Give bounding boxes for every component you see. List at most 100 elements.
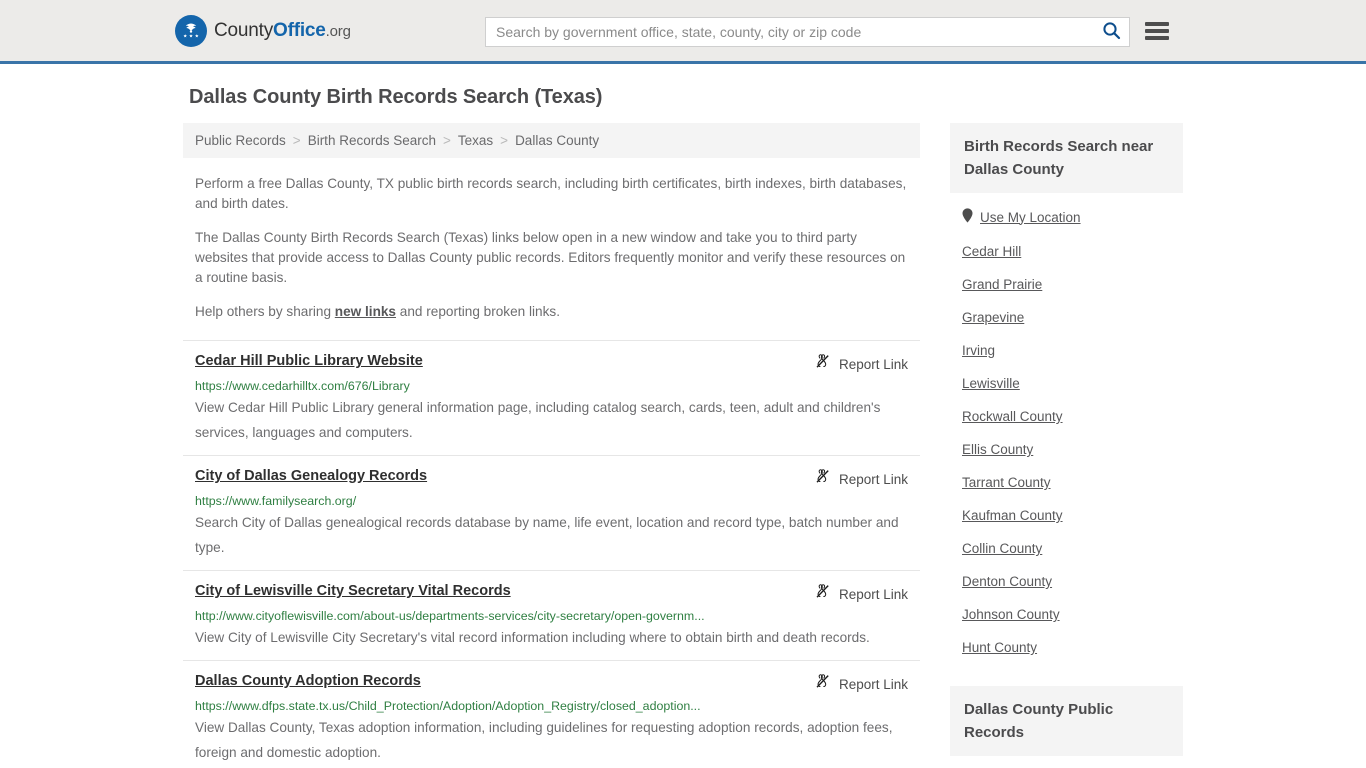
result-title-link[interactable]: Cedar Hill Public Library Website [195,352,423,371]
site-logo[interactable]: CountyOffice.org [175,14,351,47]
breadcrumb-item-3[interactable]: Dallas County [515,133,599,148]
report-link-label: Report Link [838,586,908,602]
search-input[interactable] [486,18,1093,46]
sidebar-link[interactable]: Cedar Hill [962,244,1021,259]
sidebar-link[interactable]: Grand Prairie [962,277,1042,292]
result-description: Search City of Dallas genealogical recor… [195,515,899,555]
hamburger-menu-icon[interactable] [1145,20,1169,42]
logo-text-county: County [214,19,274,41]
sidebar-link[interactable]: Hunt County [962,640,1037,655]
report-link-label: Report Link [838,676,908,692]
search-bar[interactable] [485,17,1130,47]
result-header: City of Dallas Genealogy Records Report … [195,467,908,490]
breadcrumb-separator-icon: > [443,133,451,148]
share-text-before: Help others by sharing [195,304,335,319]
result-header: Dallas County Adoption Records Report Li… [195,672,908,695]
result-description: View City of Lewisville City Secretary's… [195,630,870,645]
sidebar-item-kaufman-county[interactable]: Kaufman County [950,499,1183,532]
breadcrumb: Public Records > Birth Records Search > … [183,123,920,158]
new-links-link[interactable]: new links [335,304,396,319]
result-url: https://www.dfps.state.tx.us/Child_Prote… [195,699,701,713]
sidebar-link[interactable]: Johnson County [962,607,1060,622]
sidebar-item-lewisville[interactable]: Lewisville [950,367,1183,400]
site-logo-text: CountyOffice.org [214,20,351,42]
header-inner: CountyOffice.org [175,0,1183,61]
sidebar-nearby-links: Use My Location Cedar Hill Grand Prairie… [950,193,1183,664]
report-link-label: Report Link [838,471,908,487]
search-icon [1102,21,1121,43]
sidebar-link[interactable]: Grapevine [962,310,1024,325]
hamburger-bar-3 [1145,36,1169,40]
sidebar-item-grand-prairie[interactable]: Grand Prairie [950,268,1183,301]
result-description: View Cedar Hill Public Library general i… [195,400,881,440]
sidebar-item-cedar-hill[interactable]: Cedar Hill [950,235,1183,268]
sidebar-item-irving[interactable]: Irving [950,334,1183,367]
hamburger-bar-2 [1145,29,1169,33]
report-link-button[interactable]: Report Link [814,353,908,375]
breadcrumb-item-2[interactable]: Texas [458,133,493,148]
result-title-link[interactable]: Dallas County Adoption Records [195,672,421,691]
broken-link-icon [814,673,831,695]
sidebar-link[interactable]: Ellis County [962,442,1033,457]
content-columns: Public Records > Birth Records Search > … [183,123,1183,768]
intro-paragraph-3: Help others by sharing new links and rep… [195,302,908,322]
sidebar-item-ellis-county[interactable]: Ellis County [950,433,1183,466]
eagle-seal-icon [175,14,207,47]
result-header: Cedar Hill Public Library Website Report… [195,352,908,375]
result-description: View Dallas County, Texas adoption infor… [195,720,893,760]
sidebar-link[interactable]: Irving [962,343,995,358]
site-header: CountyOffice.org [0,0,1366,64]
intro-paragraph-2: The Dallas County Birth Records Search (… [195,230,906,285]
map-pin-icon [962,208,973,226]
search-button[interactable] [1093,18,1129,46]
sidebar-link[interactable]: Lewisville [962,376,1020,391]
breadcrumb-item-0[interactable]: Public Records [195,133,286,148]
report-link-button[interactable]: Report Link [814,673,908,695]
broken-link-icon [814,468,831,490]
sidebar-item-tarrant-county[interactable]: Tarrant County [950,466,1183,499]
broken-link-icon [814,583,831,605]
share-text-after: and reporting broken links. [396,304,560,319]
broken-link-icon [814,353,831,375]
main-column: Public Records > Birth Records Search > … [183,123,920,768]
result-url: https://www.cedarhilltx.com/676/Library [195,379,410,393]
intro-text: Perform a free Dallas County, TX public … [183,174,920,322]
sidebar-link[interactable]: Denton County [962,574,1052,589]
hamburger-bar-1 [1145,22,1169,26]
sidebar-link[interactable]: Collin County [962,541,1042,556]
intro-paragraph-1: Perform a free Dallas County, TX public … [195,176,907,211]
sidebar-link[interactable]: Tarrant County [962,475,1051,490]
result-item: City of Dallas Genealogy Records Report … [183,455,920,570]
results-list: Cedar Hill Public Library Website Report… [183,340,920,768]
sidebar-public-records-heading: Dallas County Public Records [950,686,1183,756]
logo-text-office: Office [273,19,326,41]
use-my-location-link[interactable]: Use My Location [980,210,1081,225]
sidebar-item-grapevine[interactable]: Grapevine [950,301,1183,334]
sidebar-item-hunt-county[interactable]: Hunt County [950,631,1183,664]
result-header: City of Lewisville City Secretary Vital … [195,582,908,605]
result-url: https://www.familysearch.org/ [195,494,357,508]
sidebar-item-rockwall-county[interactable]: Rockwall County [950,400,1183,433]
report-link-label: Report Link [838,356,908,372]
result-item: Dallas County Adoption Records Report Li… [183,660,920,768]
page-title: Dallas County Birth Records Search (Texa… [189,86,603,108]
result-url: http://www.cityoflewisville.com/about-us… [195,609,705,623]
sidebar-item-denton-county[interactable]: Denton County [950,565,1183,598]
breadcrumb-separator-icon: > [500,133,509,148]
report-link-button[interactable]: Report Link [814,583,908,605]
sidebar-link[interactable]: Kaufman County [962,508,1063,523]
sidebar-item-johnson-county[interactable]: Johnson County [950,598,1183,631]
result-item: Cedar Hill Public Library Website Report… [183,340,920,455]
sidebar-item-collin-county[interactable]: Collin County [950,532,1183,565]
result-item: City of Lewisville City Secretary Vital … [183,570,920,660]
page-container: Dallas County Birth Records Search (Texa… [183,64,1183,768]
sidebar: Birth Records Search near Dallas County … [950,123,1183,756]
breadcrumb-item-1[interactable]: Birth Records Search [308,133,436,148]
result-title-link[interactable]: City of Dallas Genealogy Records [195,467,427,486]
sidebar-link[interactable]: Rockwall County [962,409,1063,424]
breadcrumb-separator-icon: > [292,133,301,148]
logo-text-org: .org [325,22,351,40]
sidebar-item-use-my-location[interactable]: Use My Location [950,199,1183,235]
result-title-link[interactable]: City of Lewisville City Secretary Vital … [195,582,511,601]
report-link-button[interactable]: Report Link [814,468,908,490]
